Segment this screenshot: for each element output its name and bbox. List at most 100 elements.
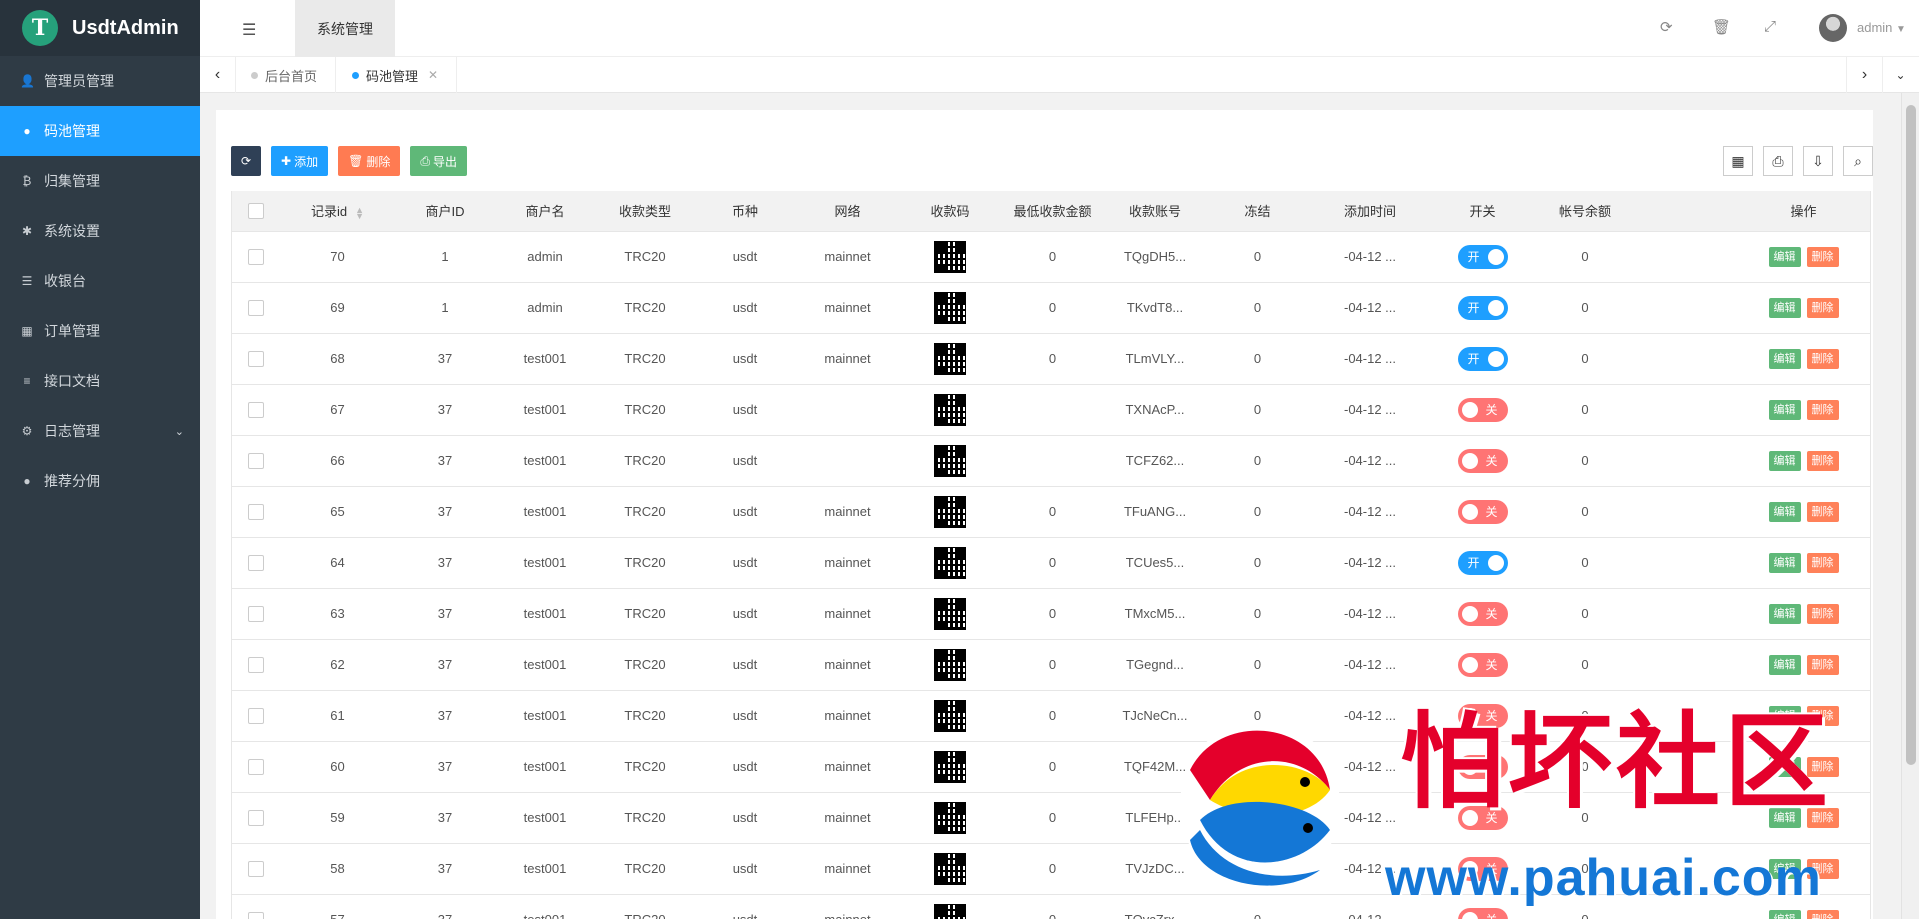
qr-code-image[interactable] — [934, 648, 966, 681]
header-menu-tab[interactable]: 系统管理 — [295, 0, 395, 57]
edit-button[interactable]: 编辑 — [1768, 501, 1801, 522]
edit-button[interactable]: 编辑 — [1768, 858, 1801, 879]
status-toggle[interactable]: 关 — [1457, 805, 1508, 830]
sidebar-item-3[interactable]: ✱ 系统设置 — [0, 206, 200, 256]
columns-icon[interactable]: ▦ — [1723, 146, 1753, 176]
status-toggle[interactable]: 关 — [1457, 601, 1508, 626]
qr-code-image[interactable] — [934, 699, 966, 732]
tab-scroll-left-icon[interactable]: ‹ — [200, 57, 236, 93]
sidebar-item-7[interactable]: ⚙ 日志管理 ⌄ — [0, 406, 200, 456]
row-checkbox[interactable] — [248, 860, 264, 877]
qr-code-image[interactable] — [934, 495, 966, 528]
qr-code-image[interactable] — [934, 546, 966, 579]
trash-icon[interactable]: 🗑 — [1712, 18, 1731, 36]
status-toggle[interactable]: 关 — [1457, 754, 1508, 779]
sidebar-toggle-icon[interactable]: ☰ — [242, 20, 256, 40]
qr-code-image[interactable] — [934, 393, 966, 426]
column-header[interactable]: 记录id ▲ ▼ — [280, 191, 395, 232]
qr-code-image[interactable] — [934, 903, 966, 919]
export-icon[interactable]: ⇩ — [1803, 146, 1833, 176]
status-toggle[interactable]: 关 — [1457, 652, 1508, 677]
status-toggle[interactable]: 关 — [1457, 397, 1508, 422]
row-checkbox[interactable] — [248, 401, 264, 418]
row-checkbox[interactable] — [248, 248, 264, 265]
sort-icon[interactable]: ▲ ▼ — [355, 205, 364, 220]
edit-button[interactable]: 编辑 — [1768, 348, 1801, 369]
delete-row-button[interactable]: 删除 — [1806, 654, 1839, 675]
qr-code-image[interactable] — [934, 291, 966, 324]
edit-button[interactable]: 编辑 — [1768, 399, 1801, 420]
sidebar-item-5[interactable]: ▦ 订单管理 — [0, 306, 200, 356]
status-toggle[interactable]: 开 — [1457, 346, 1508, 371]
row-checkbox[interactable] — [248, 350, 264, 367]
edit-button[interactable]: 编辑 — [1768, 705, 1801, 726]
edit-button[interactable]: 编辑 — [1768, 246, 1801, 267]
edit-button[interactable]: 编辑 — [1768, 909, 1801, 919]
delete-row-button[interactable]: 删除 — [1806, 858, 1839, 879]
sidebar-item-2[interactable]: ₿ 归集管理 — [0, 156, 200, 206]
refresh-button[interactable]: ⟳ — [231, 146, 261, 176]
status-toggle[interactable]: 开 — [1457, 550, 1508, 575]
row-checkbox[interactable] — [248, 911, 264, 919]
edit-button[interactable]: 编辑 — [1768, 603, 1801, 624]
qr-code-image[interactable] — [934, 240, 966, 273]
row-checkbox[interactable] — [248, 707, 264, 724]
delete-row-button[interactable]: 删除 — [1806, 348, 1839, 369]
qr-code-image[interactable] — [934, 342, 966, 375]
select-all-checkbox[interactable] — [248, 203, 264, 220]
tab-code-pool[interactable]: 码池管理 ✕ — [352, 57, 458, 93]
status-toggle[interactable]: 开 — [1457, 295, 1508, 320]
edit-button[interactable]: 编辑 — [1768, 450, 1801, 471]
refresh-icon[interactable]: ⟳ — [1660, 18, 1673, 36]
add-button[interactable]: ✚ 添加 — [271, 146, 329, 176]
delete-row-button[interactable]: 删除 — [1806, 450, 1839, 471]
delete-row-button[interactable]: 删除 — [1806, 297, 1839, 318]
edit-button[interactable]: 编辑 — [1768, 756, 1801, 777]
delete-row-button[interactable]: 删除 — [1806, 807, 1839, 828]
qr-code-image[interactable] — [934, 801, 966, 834]
delete-row-button[interactable]: 删除 — [1806, 705, 1839, 726]
row-checkbox[interactable] — [248, 554, 264, 571]
row-checkbox[interactable] — [248, 758, 264, 775]
qr-code-image[interactable] — [934, 852, 966, 885]
sidebar-item-8[interactable]: ● 推荐分佣 — [0, 456, 200, 506]
qr-code-image[interactable] — [934, 750, 966, 783]
sidebar-item-1[interactable]: ● 码池管理 — [0, 106, 200, 156]
tab-home[interactable]: 后台首页 — [251, 57, 337, 93]
qr-code-image[interactable] — [934, 444, 966, 477]
user-menu[interactable]: admin ▼ — [1857, 20, 1906, 35]
delete-row-button[interactable]: 删除 — [1806, 603, 1839, 624]
sidebar-item-4[interactable]: ☰ 收银台 — [0, 256, 200, 306]
logo[interactable]: T UsdtAdmin — [0, 0, 200, 56]
delete-row-button[interactable]: 删除 — [1806, 909, 1839, 919]
export-button[interactable]: ⎙ 导出 — [410, 146, 467, 176]
edit-button[interactable]: 编辑 — [1768, 552, 1801, 573]
sidebar-item-0[interactable]: 👤 管理员管理 — [0, 56, 200, 106]
row-checkbox[interactable] — [248, 299, 264, 316]
status-toggle[interactable]: 开 — [1457, 244, 1508, 269]
sidebar-item-6[interactable]: ≡ 接口文档 — [0, 356, 200, 406]
status-toggle[interactable]: 关 — [1457, 703, 1508, 728]
chevron-down-icon[interactable]: ⌄ — [1882, 57, 1918, 93]
avatar[interactable] — [1819, 14, 1847, 42]
tab-scroll-right-icon[interactable]: › — [1846, 57, 1882, 93]
row-checkbox[interactable] — [248, 656, 264, 673]
status-toggle[interactable]: 关 — [1457, 448, 1508, 473]
delete-row-button[interactable]: 删除 — [1806, 501, 1839, 522]
print-icon[interactable]: ⎙ — [1763, 146, 1793, 176]
row-checkbox[interactable] — [248, 809, 264, 826]
status-toggle[interactable]: 关 — [1457, 499, 1508, 524]
edit-button[interactable]: 编辑 — [1768, 654, 1801, 675]
chevron-down-icon[interactable]: ⌄ — [175, 425, 184, 438]
edit-button[interactable]: 编辑 — [1768, 807, 1801, 828]
row-checkbox[interactable] — [248, 605, 264, 622]
row-checkbox[interactable] — [248, 452, 264, 469]
edit-button[interactable]: 编辑 — [1768, 297, 1801, 318]
delete-row-button[interactable]: 删除 — [1806, 399, 1839, 420]
status-toggle[interactable]: 关 — [1457, 907, 1508, 919]
scrollbar-thumb[interactable] — [1906, 105, 1916, 765]
search-icon[interactable]: ⌕ — [1843, 146, 1873, 176]
qr-code-image[interactable] — [934, 597, 966, 630]
close-icon[interactable]: ✕ — [428, 68, 438, 82]
row-checkbox[interactable] — [248, 503, 264, 520]
